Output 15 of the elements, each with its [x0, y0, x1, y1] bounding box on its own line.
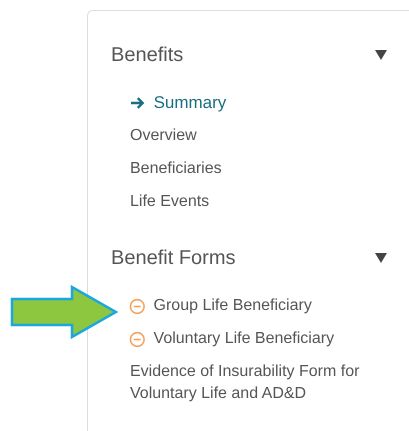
nav-link[interactable]: Group Life Beneficiary — [154, 295, 387, 317]
caret-icon — [375, 253, 387, 263]
section-title: Benefit Forms — [111, 246, 236, 271]
nav-link[interactable]: Beneficiaries — [130, 158, 370, 180]
nav-link[interactable]: Overview — [130, 125, 370, 147]
section-title: Benefits — [111, 43, 184, 68]
nav-link[interactable]: Evidence of Insurability Form for Voluntary Life and AD&D — [130, 361, 370, 405]
dropdown-toggle[interactable] — [375, 50, 387, 60]
nav-link[interactable]: Life Events — [130, 191, 370, 213]
minus-circle-icon — [129, 331, 146, 348]
caret-icon — [375, 50, 387, 60]
dropdown-toggle[interactable] — [375, 253, 387, 263]
nav-link[interactable]: Summary — [154, 92, 387, 114]
nav-link[interactable]: Voluntary Life Beneficiary — [154, 328, 387, 350]
minus-circle-icon — [129, 298, 146, 315]
